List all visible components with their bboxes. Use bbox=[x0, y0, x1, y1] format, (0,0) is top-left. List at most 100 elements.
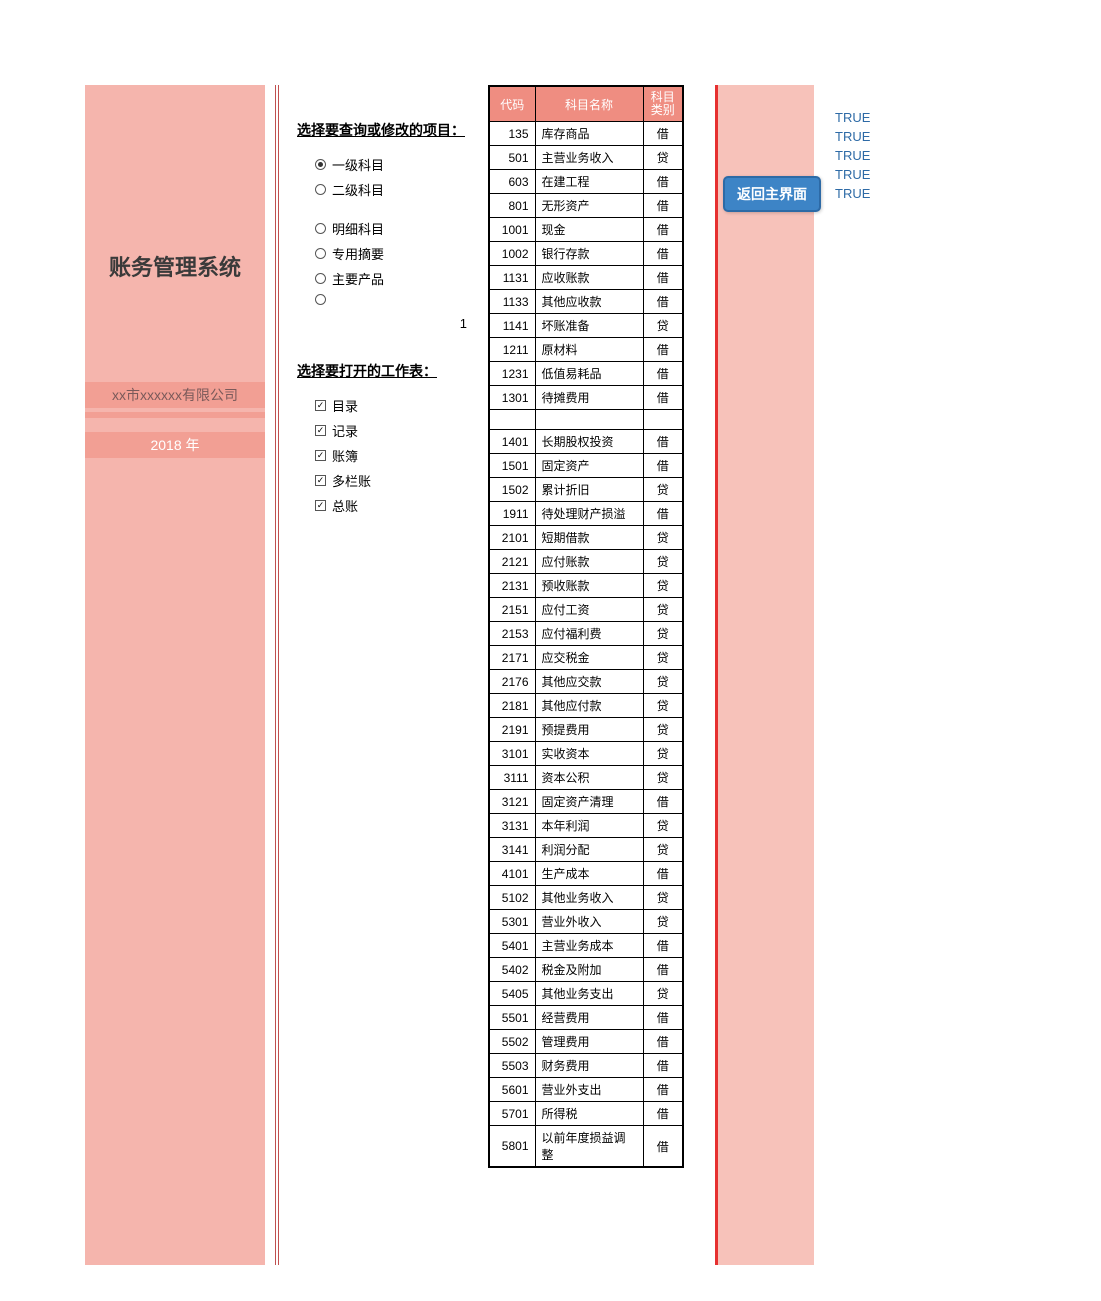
table-row[interactable]: 5402税金及附加借 bbox=[489, 958, 683, 982]
table-row[interactable]: 5502管理费用借 bbox=[489, 1030, 683, 1054]
table-row[interactable]: 2176其他应交款贷 bbox=[489, 670, 683, 694]
check-option-0[interactable]: ✓目录 bbox=[297, 393, 487, 418]
table-row[interactable]: 603在建工程借 bbox=[489, 170, 683, 194]
table-row[interactable]: 1401长期股权投资借 bbox=[489, 430, 683, 454]
radio-icon bbox=[315, 294, 326, 305]
radio-option-5[interactable] bbox=[297, 291, 487, 308]
table-row[interactable]: 1141坏账准备贷 bbox=[489, 314, 683, 338]
cell-name: 应付福利费 bbox=[535, 622, 643, 646]
table-row[interactable] bbox=[489, 410, 683, 430]
table-row[interactable]: 2181其他应付款贷 bbox=[489, 694, 683, 718]
cell-name: 本年利润 bbox=[535, 814, 643, 838]
cell-code: 4101 bbox=[489, 862, 535, 886]
cell-type: 贷 bbox=[643, 886, 683, 910]
cell-code: 5503 bbox=[489, 1054, 535, 1078]
table-row[interactable]: 5501经营费用借 bbox=[489, 1006, 683, 1030]
table-row[interactable]: 1133其他应收款借 bbox=[489, 290, 683, 314]
right-panel bbox=[718, 85, 814, 1265]
table-row[interactable]: 1002银行存款借 bbox=[489, 242, 683, 266]
table-row[interactable]: 135库存商品借 bbox=[489, 122, 683, 146]
cell-name: 累计折旧 bbox=[535, 478, 643, 502]
cell-code: 1911 bbox=[489, 502, 535, 526]
table-row[interactable]: 5301营业外收入贷 bbox=[489, 910, 683, 934]
table-row[interactable]: 2151应付工资贷 bbox=[489, 598, 683, 622]
cell-type: 借 bbox=[643, 362, 683, 386]
true-value: TRUE bbox=[835, 165, 870, 184]
table-row[interactable]: 1131应收账款借 bbox=[489, 266, 683, 290]
return-main-button[interactable]: 返回主界面 bbox=[723, 176, 821, 212]
cell-code: 5501 bbox=[489, 1006, 535, 1030]
cell-code: 603 bbox=[489, 170, 535, 194]
table-row[interactable]: 3141利润分配贷 bbox=[489, 838, 683, 862]
cell-type: 借 bbox=[643, 502, 683, 526]
radio-option-2[interactable]: 明细科目 bbox=[297, 216, 487, 241]
cell-code: 2151 bbox=[489, 598, 535, 622]
cell-name: 固定资产 bbox=[535, 454, 643, 478]
check-option-2[interactable]: ✓账簿 bbox=[297, 443, 487, 468]
cell-code: 3141 bbox=[489, 838, 535, 862]
true-value: TRUE bbox=[835, 127, 870, 146]
table-row[interactable]: 4101生产成本借 bbox=[489, 862, 683, 886]
radio-icon bbox=[315, 223, 326, 234]
radio-icon bbox=[315, 184, 326, 195]
cell-type: 贷 bbox=[643, 982, 683, 1006]
table-row[interactable]: 5401主营业务成本借 bbox=[489, 934, 683, 958]
table-row[interactable]: 3131本年利润贷 bbox=[489, 814, 683, 838]
cell-name: 预收账款 bbox=[535, 574, 643, 598]
table-row[interactable]: 5801以前年度损益调整借 bbox=[489, 1126, 683, 1168]
table-row[interactable]: 1231低值易耗品借 bbox=[489, 362, 683, 386]
company-name: xx市xxxxxx有限公司 bbox=[85, 382, 265, 408]
cell-name: 其他应交款 bbox=[535, 670, 643, 694]
table-row[interactable]: 2101短期借款贷 bbox=[489, 526, 683, 550]
cell-type: 借 bbox=[643, 218, 683, 242]
cell-code: 3131 bbox=[489, 814, 535, 838]
table-row[interactable]: 1911待处理财产损溢借 bbox=[489, 502, 683, 526]
table-row[interactable]: 501主营业务收入贷 bbox=[489, 146, 683, 170]
cell-code: 1211 bbox=[489, 338, 535, 362]
header-code: 代码 bbox=[489, 86, 535, 122]
table-row[interactable]: 2171应交税金贷 bbox=[489, 646, 683, 670]
table-row[interactable]: 3111资本公积贷 bbox=[489, 766, 683, 790]
cell-name: 主营业务成本 bbox=[535, 934, 643, 958]
table-row[interactable]: 3121固定资产清理借 bbox=[489, 790, 683, 814]
cell-name: 库存商品 bbox=[535, 122, 643, 146]
radio-option-0[interactable]: 一级科目 bbox=[297, 152, 487, 177]
radio-option-3[interactable]: 专用摘要 bbox=[297, 241, 487, 266]
table-row[interactable]: 1501固定资产借 bbox=[489, 454, 683, 478]
cell-type: 借 bbox=[643, 862, 683, 886]
cell-type: 贷 bbox=[643, 146, 683, 170]
check-option-3[interactable]: ✓多栏账 bbox=[297, 468, 487, 493]
radio-option-4[interactable]: 主要产品 bbox=[297, 266, 487, 291]
account-table: 代码 科目名称 科目类别 135库存商品借501主营业务收入贷603在建工程借8… bbox=[488, 85, 684, 1168]
cell-name: 长期股权投资 bbox=[535, 430, 643, 454]
table-row[interactable]: 3101实收资本贷 bbox=[489, 742, 683, 766]
radio-label: 一级科目 bbox=[332, 155, 384, 174]
table-row[interactable]: 2131预收账款贷 bbox=[489, 574, 683, 598]
cell-type: 贷 bbox=[643, 838, 683, 862]
table-row[interactable]: 5503财务费用借 bbox=[489, 1054, 683, 1078]
table-row[interactable]: 2191预提费用贷 bbox=[489, 718, 683, 742]
table-row[interactable]: 2121应付账款贷 bbox=[489, 550, 683, 574]
table-row[interactable]: 1211原材料借 bbox=[489, 338, 683, 362]
cell-name: 应交税金 bbox=[535, 646, 643, 670]
cell-name: 原材料 bbox=[535, 338, 643, 362]
cell-code: 1501 bbox=[489, 454, 535, 478]
cell-name: 管理费用 bbox=[535, 1030, 643, 1054]
table-row[interactable]: 1301待摊费用借 bbox=[489, 386, 683, 410]
year-label: 2018 年 bbox=[85, 432, 265, 458]
cell-name: 其他业务支出 bbox=[535, 982, 643, 1006]
table-row[interactable]: 1502累计折旧贷 bbox=[489, 478, 683, 502]
table-row[interactable]: 1001现金借 bbox=[489, 218, 683, 242]
table-row[interactable]: 5701所得税借 bbox=[489, 1102, 683, 1126]
check-option-1[interactable]: ✓记录 bbox=[297, 418, 487, 443]
table-row[interactable]: 2153应付福利费贷 bbox=[489, 622, 683, 646]
check-option-4[interactable]: ✓总账 bbox=[297, 493, 487, 518]
table-row[interactable]: 5102其他业务收入贷 bbox=[489, 886, 683, 910]
radio-label: 明细科目 bbox=[332, 219, 384, 238]
table-row[interactable]: 5601营业外支出借 bbox=[489, 1078, 683, 1102]
cell-type: 贷 bbox=[643, 670, 683, 694]
radio-option-1[interactable]: 二级科目 bbox=[297, 177, 487, 202]
table-row[interactable]: 801无形资产借 bbox=[489, 194, 683, 218]
cell-type: 贷 bbox=[643, 478, 683, 502]
table-row[interactable]: 5405其他业务支出贷 bbox=[489, 982, 683, 1006]
